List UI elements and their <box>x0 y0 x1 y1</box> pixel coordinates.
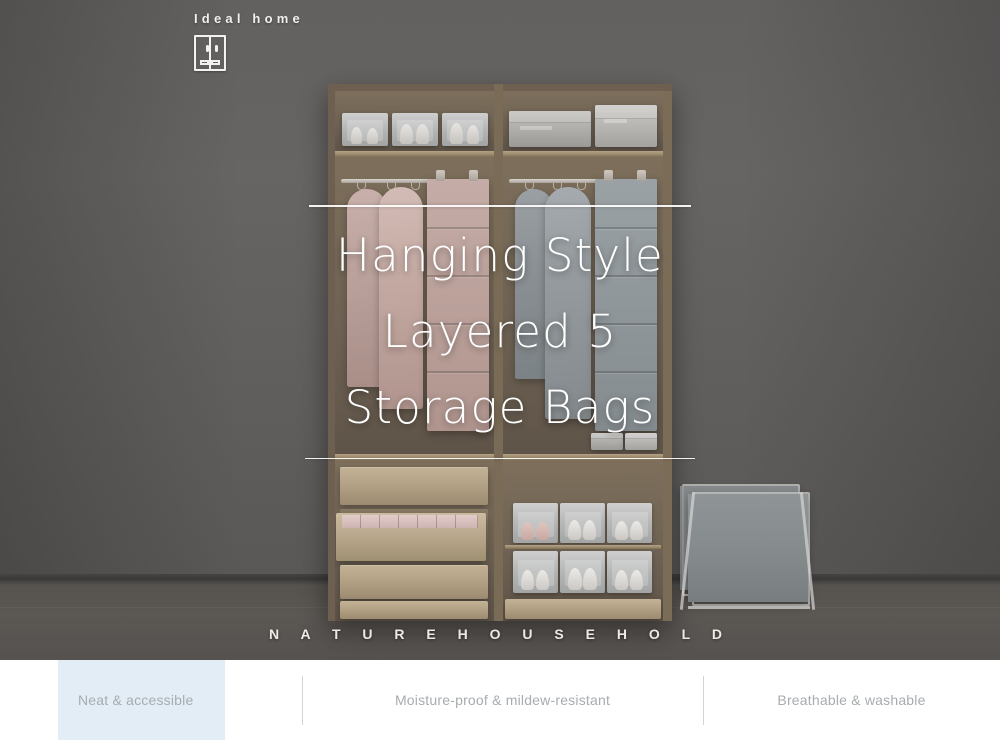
plinth <box>340 601 488 619</box>
drawer-closed <box>340 565 488 599</box>
top-bay-left <box>335 91 494 151</box>
brand-name: Ideal home <box>194 11 304 26</box>
hero-title-line-2: Layered 5 <box>382 304 618 358</box>
feature-tab-breathable-washable[interactable]: Breathable & washable <box>703 660 1000 740</box>
shoe-box <box>342 113 388 146</box>
hanger-icon <box>411 183 420 190</box>
hamper-bag-front <box>688 494 808 602</box>
top-bay-right <box>503 91 663 151</box>
shoe-box <box>392 113 438 146</box>
feature-bar: Neat & accessible Moisture-proof & milde… <box>0 660 1000 740</box>
clear-shoe-box <box>607 551 652 593</box>
clear-shoe-box <box>513 551 558 593</box>
hero-title-line-3: Storage Bags <box>344 380 656 434</box>
clear-shoe-box <box>607 503 652 543</box>
hero-tagline: N A T U R E H O U S E H O L D <box>269 626 731 642</box>
wardrobe-cabinet-icon <box>194 35 226 72</box>
storage-box <box>595 105 657 147</box>
clear-shoe-box <box>560 503 605 543</box>
hero-banner: Ideal home Hanging Style Layered 5 Stora… <box>0 0 1000 660</box>
feature-tab-neat-accessible[interactable]: Neat & accessible <box>0 660 302 740</box>
drawer-open <box>336 513 486 561</box>
drawer-bay <box>335 461 494 621</box>
feature-label: Moisture-proof & mildew-resistant <box>394 692 611 708</box>
clear-shoe-box <box>560 551 605 593</box>
storage-box <box>509 111 591 147</box>
brand-lockup: Ideal home <box>194 11 454 72</box>
feature-label: Neat & accessible <box>78 692 194 708</box>
drawer-closed <box>340 467 488 505</box>
hero-title-block: Hanging Style Layered 5 Storage Bags <box>0 205 1000 460</box>
feature-tab-moisture-proof[interactable]: Moisture-proof & mildew-resistant <box>302 660 703 740</box>
shoe-box-bay <box>503 461 663 621</box>
plinth <box>505 599 661 619</box>
shelf-shoe-mid <box>505 545 661 549</box>
title-rule-bottom <box>305 457 695 460</box>
shoe-box <box>442 113 488 146</box>
feature-label: Breathable & washable <box>777 692 926 708</box>
hero-title-line-1: Hanging Style <box>336 228 664 282</box>
laundry-hamper <box>678 478 818 618</box>
clear-shoe-box <box>513 503 558 543</box>
